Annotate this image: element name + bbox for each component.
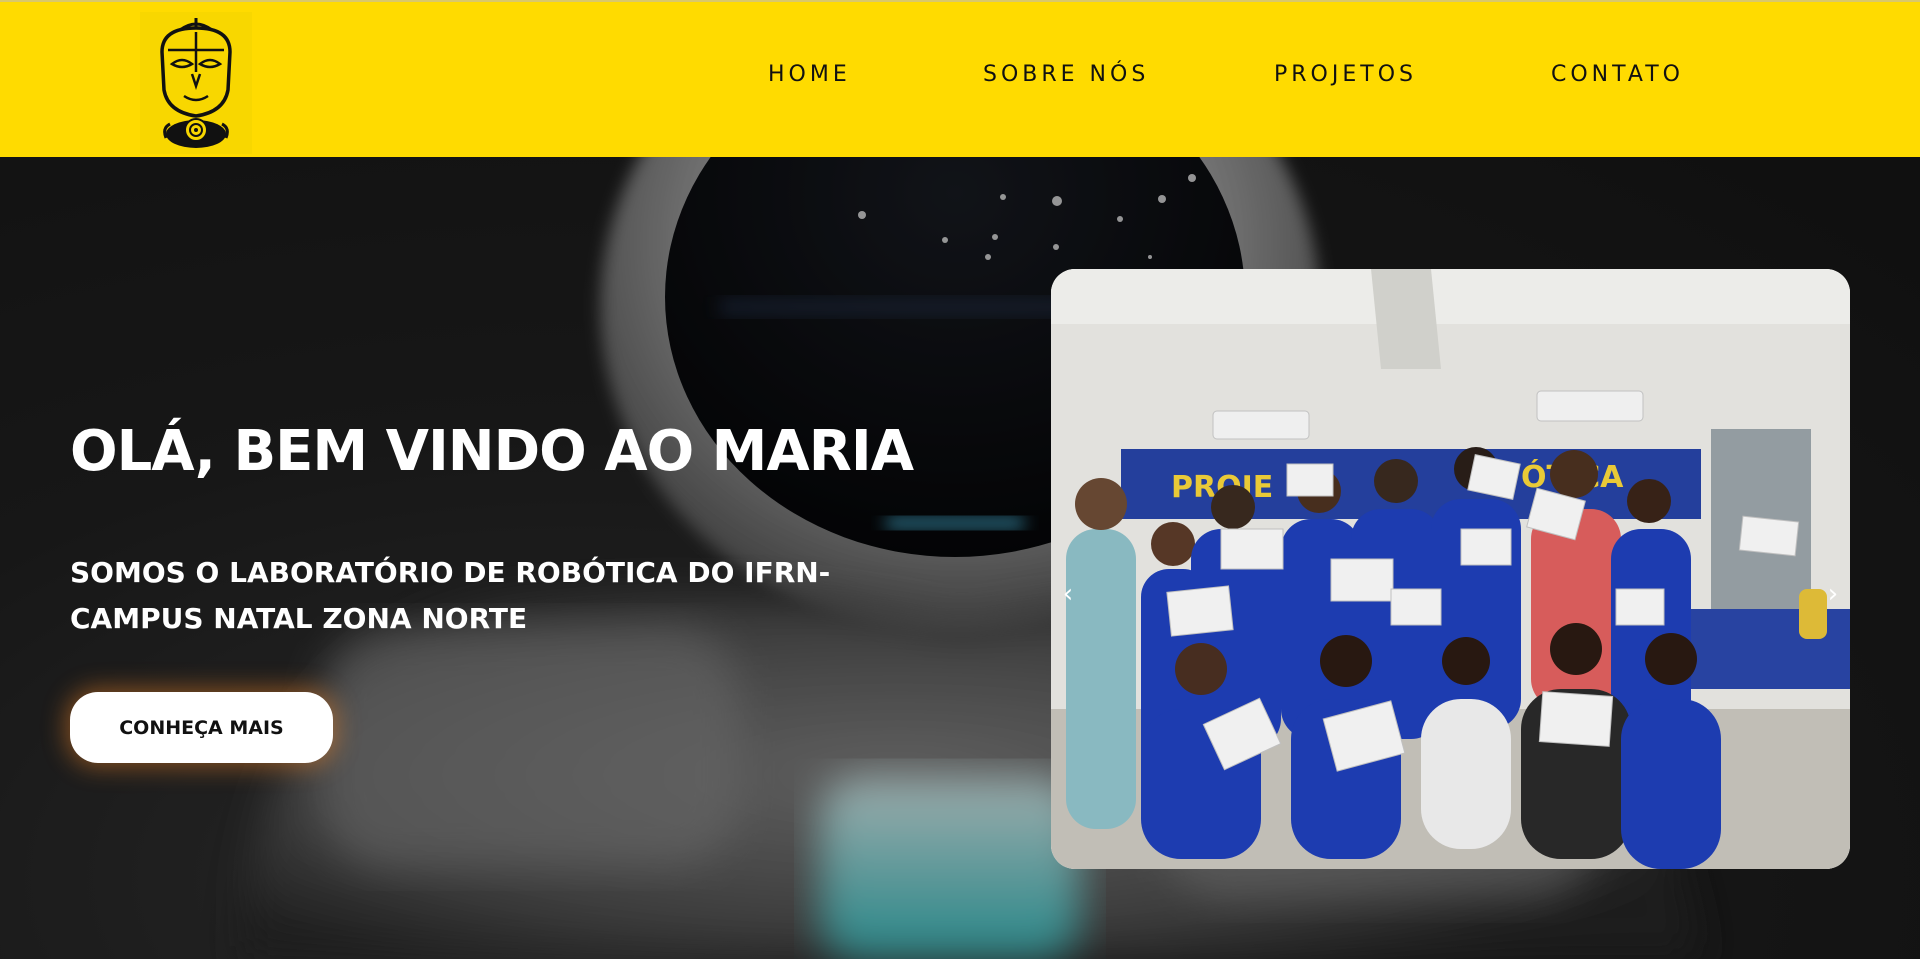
carousel-next-icon[interactable]: ›	[1818, 579, 1848, 609]
learn-more-button[interactable]: CONHEÇA MAIS	[70, 692, 333, 763]
nav-about-link[interactable]: SOBRE NÓS	[983, 62, 1149, 87]
hero-subtitle: SOMOS O LABORATÓRIO DE ROBÓTICA DO IFRN-…	[70, 556, 831, 635]
photo-carousel[interactable]: PROJE ÓTICA	[1051, 269, 1850, 869]
hero-section: OLÁ, BEM VINDO AO MARIA SOMOS O LABORATÓ…	[0, 157, 1920, 959]
site-header: HOME SOBRE NÓS PROJETOS CONTATO	[0, 0, 1920, 157]
nav-home-link[interactable]: HOME	[768, 62, 851, 87]
team-photo: PROJE ÓTICA	[1051, 269, 1850, 869]
nav-projects-link[interactable]: PROJETOS	[1274, 62, 1417, 87]
main-nav: HOME SOBRE NÓS PROJETOS CONTATO	[0, 62, 1920, 102]
carousel-prev-icon[interactable]: ‹	[1053, 579, 1083, 609]
nav-contact-link[interactable]: CONTATO	[1551, 62, 1684, 87]
hero-title: OLÁ, BEM VINDO AO MARIA	[70, 419, 914, 484]
